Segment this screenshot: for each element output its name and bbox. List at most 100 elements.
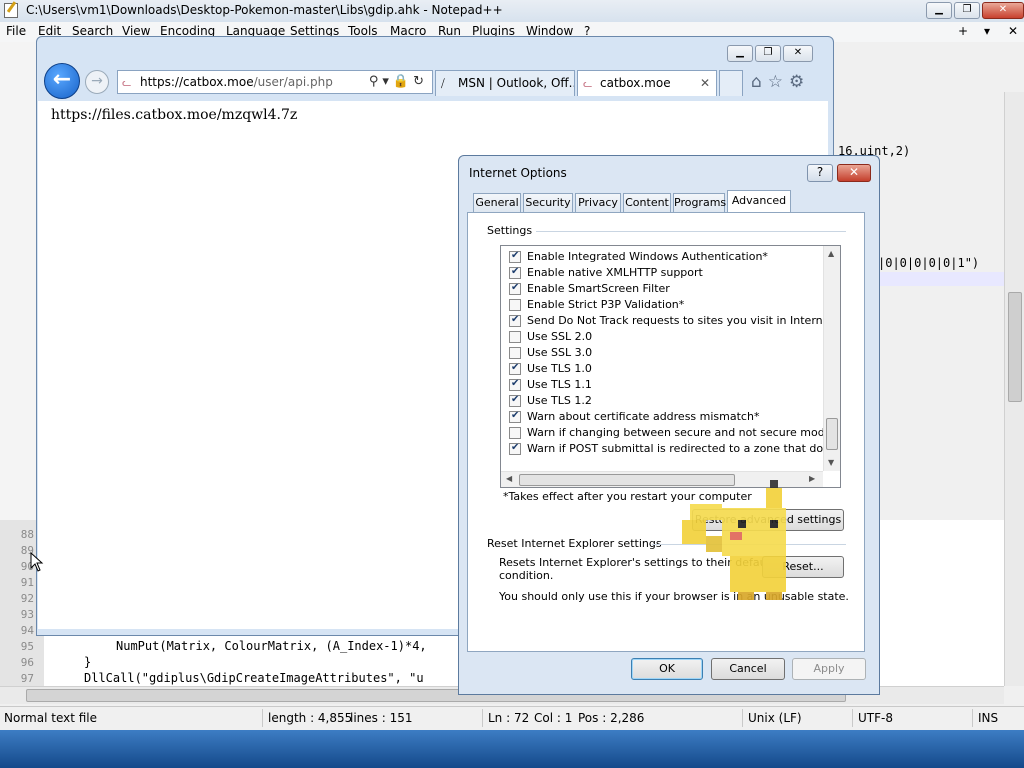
taskbar <box>0 730 1024 768</box>
checkbox-checked[interactable] <box>509 378 521 391</box>
tab-security[interactable]: Security <box>523 193 573 213</box>
checkbox-checked[interactable] <box>509 314 521 327</box>
ie-navigation-bar: ← → ᓚ https://catbox.moe/user/api.php ⚲▾… <box>37 63 833 101</box>
scroll-left-icon[interactable]: ◀ <box>506 474 512 483</box>
scroll-thumb[interactable] <box>1008 292 1022 402</box>
checkbox-unchecked[interactable] <box>509 331 521 343</box>
settings-list[interactable]: Enable Integrated Windows Authentication… <box>500 245 841 488</box>
status-length: length : 4,855 <box>268 711 353 725</box>
reset-group-label: Reset Internet Explorer settings <box>487 537 662 550</box>
menu-file[interactable]: File <box>6 24 26 38</box>
lock-icon[interactable]: 🔒 <box>393 74 413 89</box>
cancel-button[interactable]: Cancel <box>711 658 785 680</box>
tab-content[interactable]: Content <box>623 193 671 213</box>
checkbox-checked[interactable] <box>509 442 521 455</box>
notepadpp-titlebar[interactable]: C:\Users\vm1\Downloads\Desktop-Pokemon-m… <box>0 0 1024 22</box>
setting-label: Enable Integrated Windows Authentication… <box>527 250 768 263</box>
tab-msn[interactable]: ⧸ MSN | Outlook, Off... <box>435 70 575 96</box>
tab-advanced[interactable]: Advanced <box>727 190 791 213</box>
code-fragment: |0|0|0|0|0|1") <box>878 256 980 270</box>
status-insert-mode[interactable]: INS <box>978 711 998 725</box>
scroll-up-icon[interactable]: ▲ <box>828 249 834 258</box>
editor-vertical-scrollbar[interactable] <box>1004 92 1024 686</box>
line-number: 88 <box>20 528 34 541</box>
ok-button[interactable]: OK <box>631 658 703 680</box>
apply-button[interactable]: Apply <box>792 658 866 680</box>
setting-label: Send Do Not Track requests to sites you … <box>527 314 841 327</box>
ie-titlebar[interactable]: ▁ ❐ ✕ <box>37 37 833 67</box>
search-icon[interactable]: ⚲ <box>369 74 383 89</box>
checkbox-checked[interactable] <box>509 282 521 295</box>
setting-label: Enable Strict P3P Validation* <box>527 298 685 311</box>
ie-minimize-button[interactable]: ▁ <box>727 45 753 62</box>
mouse-cursor-icon <box>30 552 44 572</box>
checkbox-unchecked[interactable] <box>509 347 521 359</box>
status-pos: Pos : 2,286 <box>578 711 645 725</box>
ie-maximize-button[interactable]: ❐ <box>755 45 781 62</box>
setting-label: Use TLS 1.1 <box>527 378 592 391</box>
checkbox-unchecked[interactable] <box>509 299 521 311</box>
address-url[interactable]: https://catbox.moe/user/api.php <box>140 75 333 89</box>
close-doc-icon[interactable]: ✕ <box>1008 24 1018 38</box>
status-file-type: Normal text file <box>4 711 98 725</box>
setting-label: Use TLS 1.2 <box>527 394 592 407</box>
refresh-icon[interactable]: ↻ <box>413 74 428 89</box>
dialog-title: Internet Options <box>469 166 567 180</box>
tab-label: catbox.moe <box>600 76 671 90</box>
scroll-right-icon[interactable]: ▶ <box>809 474 815 483</box>
tab-programs[interactable]: Programs <box>673 193 726 213</box>
scroll-thumb[interactable] <box>826 418 838 450</box>
line-number: 94 <box>20 624 34 637</box>
maximize-button[interactable]: ❐ <box>954 2 980 19</box>
minimize-button[interactable]: ▁ <box>926 2 952 19</box>
status-line: Ln : 72 <box>488 711 530 725</box>
pikachu-sprite[interactable] <box>682 480 794 608</box>
checkbox-checked[interactable] <box>509 394 521 407</box>
tab-label: MSN | Outlook, Off... <box>458 76 575 90</box>
tab-close-icon[interactable]: ✕ <box>700 76 710 90</box>
address-bar[interactable]: ᓚ https://catbox.moe/user/api.php ⚲▾🔒↻ <box>117 70 433 94</box>
tab-general[interactable]: General <box>473 193 521 213</box>
new-tab-icon[interactable]: + <box>958 24 968 38</box>
tab-privacy[interactable]: Privacy <box>575 193 621 213</box>
site-favicon-icon: ᓚ <box>122 76 132 89</box>
home-icon[interactable]: ⌂ <box>751 72 768 92</box>
setting-label: Use SSL 2.0 <box>527 330 593 343</box>
checkbox-checked[interactable] <box>509 266 521 279</box>
advanced-panel: Settings Enable Integrated Windows Authe… <box>467 212 865 652</box>
address-host: https://catbox.moe <box>140 75 254 89</box>
scroll-down-icon[interactable]: ▼ <box>828 458 834 467</box>
checkbox-checked[interactable] <box>509 250 521 263</box>
settings-vertical-scrollbar[interactable]: ▲ ▼ <box>823 246 840 471</box>
tab-catbox[interactable]: ᓚ catbox.moe ✕ <box>577 70 717 96</box>
status-col: Col : 1 <box>534 711 573 725</box>
forward-icon[interactable]: → <box>85 70 109 94</box>
line-number: 92 <box>20 592 34 605</box>
ie-close-button[interactable]: ✕ <box>783 45 813 62</box>
checkbox-checked[interactable] <box>509 410 521 423</box>
new-tab-button[interactable] <box>719 70 743 96</box>
dropdown-icon[interactable]: ▾ <box>382 74 393 89</box>
dialog-close-button[interactable]: ✕ <box>837 164 871 182</box>
back-icon[interactable]: ← <box>44 63 80 99</box>
help-button[interactable]: ? <box>807 164 833 182</box>
close-button[interactable]: ✕ <box>982 2 1024 19</box>
unusable-note: You should only use this if your browser… <box>499 590 849 603</box>
code-line: NumPut(Matrix, ColourMatrix, (A_Index-1)… <box>116 639 427 653</box>
checkbox-checked[interactable] <box>509 362 521 375</box>
code-line: } <box>84 655 92 669</box>
setting-label: Warn if POST submittal is redirected to … <box>527 442 841 455</box>
tab-list-icon[interactable]: ▾ <box>984 24 990 38</box>
gear-icon[interactable]: ⚙ <box>789 72 810 92</box>
status-eol[interactable]: Unix (LF) <box>748 711 802 725</box>
status-encoding[interactable]: UTF-8 <box>858 711 893 725</box>
line-number: 91 <box>20 576 34 589</box>
line-number: 93 <box>20 608 34 621</box>
address-path: /user/api.php <box>253 75 333 89</box>
checkbox-unchecked[interactable] <box>509 427 521 439</box>
catbox-favicon-icon: ᓚ <box>583 77 593 90</box>
status-bar: Normal text file length : 4,855 lines : … <box>0 706 1024 728</box>
favorites-star-icon[interactable]: ☆ <box>768 72 789 92</box>
setting-label: Warn about certificate address mismatch* <box>527 410 760 423</box>
line-number: 95 <box>20 640 34 653</box>
